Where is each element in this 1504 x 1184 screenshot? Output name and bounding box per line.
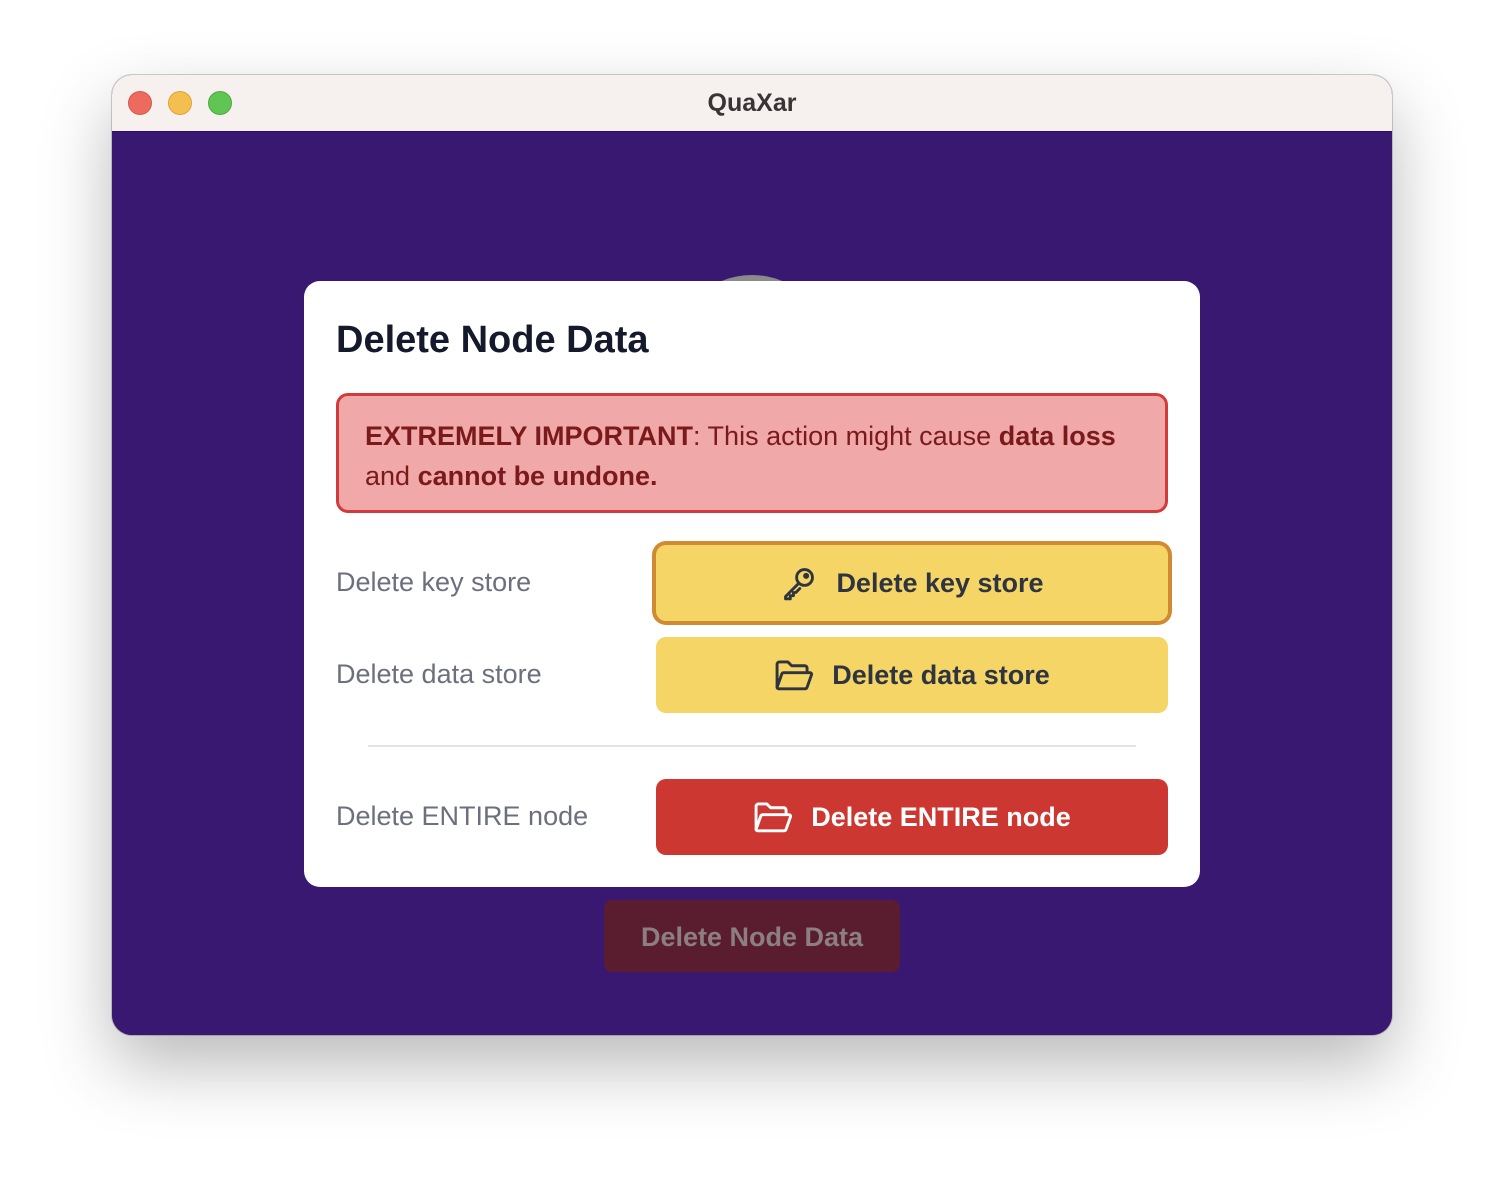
delete-entire-node-button[interactable]: Delete ENTIRE node xyxy=(656,779,1168,855)
title-bar: QuaXar xyxy=(112,75,1392,132)
delete-entire-node-button-label: Delete ENTIRE node xyxy=(811,801,1071,832)
delete-data-store-button[interactable]: Delete data store xyxy=(656,637,1168,713)
delete-key-store-button[interactable]: Delete key store xyxy=(656,545,1168,621)
alert-strong-data-loss: data loss xyxy=(998,421,1116,451)
alert-text-1: : This action might cause xyxy=(693,421,999,451)
key-icon xyxy=(780,564,818,602)
folder-open-icon xyxy=(774,658,814,692)
delete-node-data-dialog: Delete Node Data EXTREMELY IMPORTANT: Th… xyxy=(304,281,1200,887)
alert-text-2: and xyxy=(365,461,418,491)
alert-strong-prefix: EXTREMELY IMPORTANT xyxy=(365,421,694,451)
delete-key-store-label: Delete key store xyxy=(336,567,532,597)
window-title: QuaXar xyxy=(707,89,797,117)
delete-key-store-button-label: Delete key store xyxy=(836,567,1044,598)
warning-alert: EXTREMELY IMPORTANT: This action might c… xyxy=(336,393,1168,513)
app-window: QuaXar Delete Node Data Delete Node Data… xyxy=(112,75,1392,1035)
folder-open-icon xyxy=(753,800,793,834)
delete-data-store-button-label: Delete data store xyxy=(832,659,1050,690)
section-divider xyxy=(368,745,1136,747)
alert-strong-cannot-undo: cannot be undone. xyxy=(417,461,658,491)
app-content: Delete Node Data Delete Node Data EXTREM… xyxy=(112,132,1392,1035)
delete-data-store-label: Delete data store xyxy=(336,659,542,689)
dialog-title: Delete Node Data xyxy=(336,319,649,361)
delete-entire-node-label: Delete ENTIRE node xyxy=(336,801,589,831)
background-delete-node-data-button: Delete Node Data xyxy=(604,900,900,972)
